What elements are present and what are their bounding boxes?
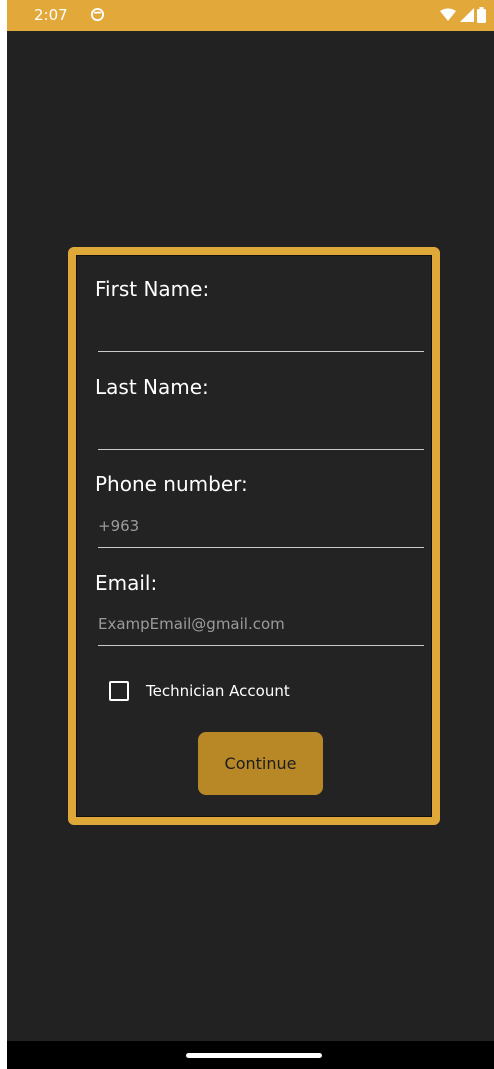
phone-number-input[interactable] (98, 509, 424, 548)
first-name-label: First Name: (95, 277, 210, 301)
email-input[interactable] (98, 607, 424, 646)
status-bar: 2:07 (7, 0, 494, 31)
continue-button[interactable]: Continue (198, 732, 323, 795)
home-indicator[interactable] (186, 1053, 322, 1058)
battery-icon (477, 7, 486, 23)
navigation-bar (7, 1041, 494, 1069)
phone-number-label: Phone number: (95, 472, 248, 496)
first-name-input[interactable] (98, 313, 424, 352)
app-screen: 2:07 First Name: Last Name: Phone number… (7, 0, 494, 1069)
status-icons (439, 7, 486, 23)
sync-icon (90, 7, 105, 22)
wifi-icon (440, 8, 456, 21)
signal-icon (460, 8, 474, 22)
status-time: 2:07 (34, 6, 68, 24)
last-name-label: Last Name: (95, 375, 209, 399)
last-name-input[interactable] (98, 411, 424, 450)
registration-form-card: First Name: Last Name: Phone number: Ema… (68, 247, 440, 825)
technician-account-checkbox[interactable] (109, 681, 129, 701)
email-label: Email: (95, 571, 158, 595)
technician-account-checkbox-row[interactable]: Technician Account (109, 681, 290, 701)
technician-account-label: Technician Account (146, 682, 290, 700)
